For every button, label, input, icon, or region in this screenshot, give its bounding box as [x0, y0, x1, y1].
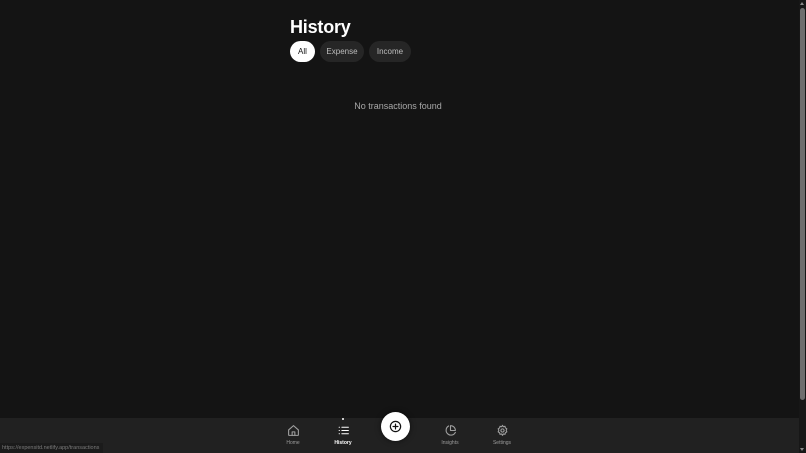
scroll-down-arrow-icon[interactable]: [800, 448, 804, 451]
gear-icon: [497, 424, 507, 436]
plus-circle-icon: [389, 420, 402, 433]
nav-label-home: Home: [286, 440, 300, 446]
page-scrollbar[interactable]: [799, 0, 806, 453]
nav-label-insights: Insights: [441, 440, 459, 446]
page-title: History: [290, 17, 351, 37]
add-transaction-button[interactable]: [381, 412, 410, 441]
app-page: History All Expense Income No transactio…: [0, 0, 806, 453]
pie-chart-icon: [445, 425, 456, 436]
nav-item-settings[interactable]: Settings: [482, 424, 522, 452]
status-bar-url: https://expensitd.netlify.app/transactio…: [0, 443, 104, 453]
nav-item-history[interactable]: History: [323, 418, 363, 452]
home-icon: [287, 425, 299, 436]
scrollbar-thumb[interactable]: [800, 8, 805, 400]
nav-item-insights[interactable]: Insights: [430, 424, 470, 452]
active-indicator-dot: [342, 418, 344, 420]
filter-income-button[interactable]: Income: [369, 41, 411, 62]
scroll-up-arrow-icon[interactable]: [800, 2, 804, 5]
nav-label-history: History: [334, 440, 352, 446]
filter-tabs: All Expense Income: [290, 41, 411, 62]
filter-all-button[interactable]: All: [290, 41, 315, 62]
filter-expense-button[interactable]: Expense: [320, 41, 364, 62]
nav-label-settings: Settings: [492, 440, 512, 446]
empty-state-message: No transactions found: [354, 101, 442, 111]
nav-item-home[interactable]: Home: [273, 424, 313, 452]
list-icon: [338, 426, 349, 435]
